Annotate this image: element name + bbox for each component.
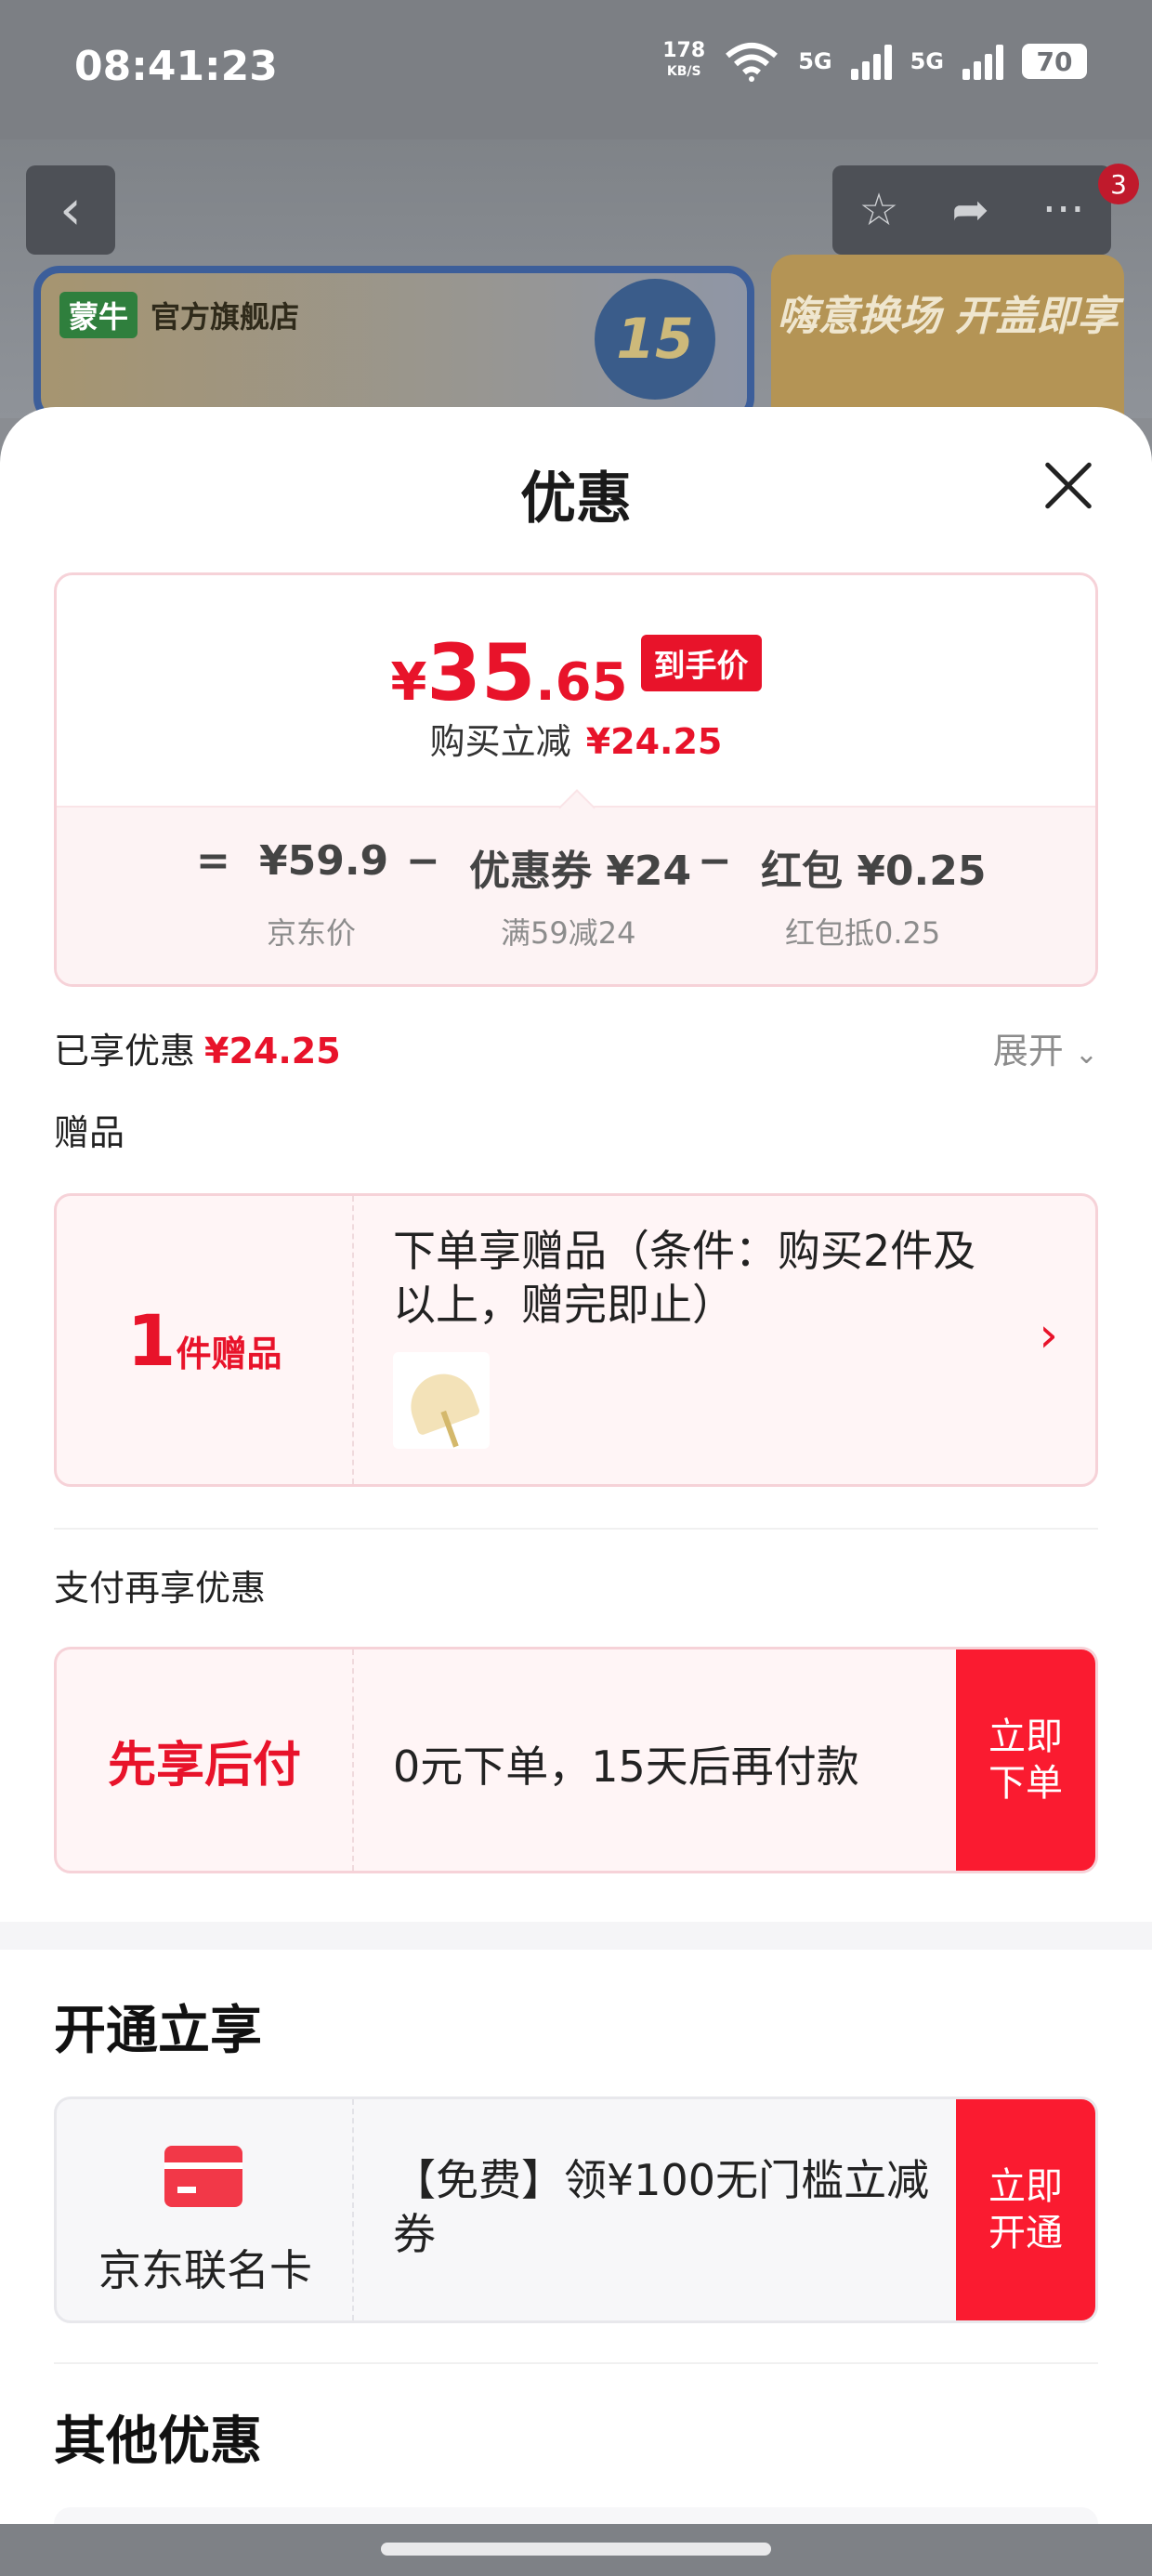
status-time: 08:41:23 — [74, 43, 278, 90]
gift-umbrella-image — [393, 1352, 490, 1449]
network-speed: 178 KB/S — [662, 41, 705, 82]
activate-now-button[interactable]: 立即开通 — [956, 2099, 1095, 2320]
redpacket-rule: 红包抵0.25 — [785, 915, 941, 951]
jd-price: ¥59.9 — [259, 837, 389, 885]
store-header: ‹ ☆ ➦ ··· 3 蒙牛 官方旗舰店 15 嗨意换场 开盖即享 — [0, 139, 1152, 440]
section-gap — [0, 1922, 1152, 1950]
chevron-down-icon: ⌄ — [1074, 1038, 1098, 1071]
gift-count: 1 件赠品 — [57, 1196, 354, 1484]
back-button[interactable]: ‹ — [26, 165, 115, 255]
sim1-label: 5G — [798, 48, 832, 74]
pay-section-label: 支付再享优惠 — [54, 1568, 267, 1609]
final-price-integer: 35 — [426, 627, 536, 718]
coupon-rule: 满59减24 — [501, 915, 636, 951]
anniversary-badge: 15 — [595, 279, 715, 400]
gift-count-unit: 件赠品 — [176, 1333, 282, 1374]
store-title: 蒙牛 官方旗舰店 — [59, 292, 299, 338]
gift-description: 下单享赠品（条件：购买2件及以上，赠完即止） — [393, 1226, 976, 1330]
store-logo: 蒙牛 — [59, 292, 138, 338]
divider — [54, 1528, 1098, 1530]
coupon-amount: 优惠券 ¥24 — [469, 848, 692, 895]
minus-sign-2: − — [698, 837, 732, 885]
battery-icon: 70 — [1022, 44, 1087, 79]
more-icon[interactable]: ··· — [1042, 184, 1085, 236]
sheet-title: 优惠 — [520, 467, 632, 532]
pay-later-name: 先享后付 — [57, 1649, 354, 1871]
chevron-right-icon: › — [1039, 1308, 1058, 1363]
price-breakdown: = ¥59.9 京东价 − 优惠券 ¥24 满59减24 − 红包 ¥0.25 … — [57, 806, 1095, 984]
enjoyed-value: ¥24.25 — [204, 1031, 341, 1071]
minus-sign-1: − — [406, 837, 440, 885]
signal-2-icon — [962, 43, 1003, 80]
store-name: 官方旗舰店 — [151, 299, 300, 335]
status-indicators: 178 KB/S 5G 5G 70 — [662, 41, 1087, 82]
share-icon[interactable]: ➦ — [952, 184, 989, 236]
sim2-label: 5G — [910, 48, 944, 74]
expand-label: 展开 — [992, 1031, 1064, 1071]
order-now-button[interactable]: 立即下单 — [956, 1649, 1095, 1871]
credit-card-icon — [164, 2146, 242, 2207]
store-banner[interactable]: 蒙牛 官方旗舰店 15 — [33, 266, 754, 424]
final-price-currency: ¥ — [390, 652, 427, 713]
gift-section-label: 赠品 — [54, 1112, 125, 1153]
divider — [54, 2362, 1098, 2364]
enjoyed-discount: 已享优惠 ¥24.25 — [54, 1022, 341, 1073]
discount-sheet: 优惠 ¥35.65 到手价 购买立减 ¥24.25 = ¥59.9 京东价 − 优惠… — [0, 407, 1152, 2576]
home-indicator[interactable] — [0, 2524, 1152, 2576]
price-card: ¥35.65 到手价 购买立减 ¥24.25 = ¥59.9 京东价 − 优惠券 ¥… — [54, 572, 1098, 987]
co-brand-card: 京东联名卡 — [57, 2099, 354, 2320]
close-icon[interactable] — [1041, 457, 1096, 513]
signal-1-icon — [850, 43, 892, 80]
star-icon[interactable]: ☆ — [858, 184, 898, 236]
final-price-decimal: .65 — [535, 652, 628, 713]
co-brand-card-description: 【免费】领¥100无门槛立减券 — [393, 2155, 930, 2259]
other-section-title: 其他优惠 — [54, 2412, 262, 2472]
open-section-title: 开通立享 — [54, 2001, 262, 2061]
status-bar: 08:41:23 178 KB/S 5G 5G 70 — [0, 0, 1152, 139]
co-brand-card-name: 京东联名卡 — [98, 2245, 312, 2295]
network-speed-value: 178 — [662, 39, 706, 62]
reduction-line: 购买立减 ¥24.25 — [57, 713, 1095, 764]
gift-card[interactable]: 1 件赠品 下单享赠品（条件：购买2件及以上，赠完即止） › — [54, 1193, 1098, 1487]
final-price-tag: 到手价 — [640, 635, 762, 691]
equals-sign: = — [196, 837, 230, 885]
notification-badge: 3 — [1098, 164, 1139, 204]
jd-price-label: 京东价 — [267, 915, 357, 951]
final-price: ¥35.65 到手价 — [57, 627, 1095, 718]
gift-count-number: 1 — [126, 1298, 177, 1382]
co-brand-card-offer: 京东联名卡 【免费】领¥100无门槛立减券 立即开通 — [54, 2096, 1098, 2323]
topbar-actions: ☆ ➦ ··· — [832, 165, 1111, 255]
expand-toggle[interactable]: 展开 ⌄ — [993, 1022, 1098, 1073]
reduction-label: 购买立减 — [429, 721, 571, 762]
reduction-value: ¥24.25 — [585, 721, 723, 762]
enjoyed-label: 已享优惠 — [54, 1031, 196, 1071]
redpacket-amount: 红包 ¥0.25 — [761, 848, 987, 895]
chevron-left-icon: ‹ — [59, 177, 82, 243]
pay-later-description: 0元下单，15天后再付款 — [393, 1741, 859, 1792]
pay-later-card: 先享后付 0元下单，15天后再付款 立即下单 — [54, 1647, 1098, 1873]
network-speed-unit: KB/S — [666, 64, 701, 79]
wifi-icon — [726, 43, 779, 82]
